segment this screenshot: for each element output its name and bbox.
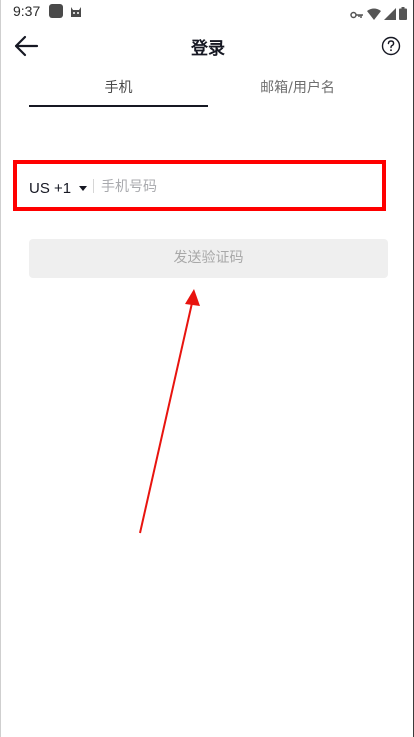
annotation-arrow-shaft <box>139 302 193 534</box>
app-notification-icon <box>49 4 63 18</box>
phone-input-row: US +1 <box>13 160 386 211</box>
page-title: 登录 <box>191 39 225 59</box>
cat-notification-icon <box>69 4 83 23</box>
send-code-button[interactable]: 发送验证码 <box>29 239 388 278</box>
tab-phone[interactable]: 手机 <box>29 76 208 107</box>
help-icon[interactable] <box>381 36 401 56</box>
field-divider <box>93 179 94 193</box>
country-code-label: US +1 <box>29 179 72 197</box>
key-icon <box>350 5 364 24</box>
signal-icon <box>384 5 396 24</box>
status-bar: 9:37 <box>1 0 414 24</box>
phone-number-input[interactable] <box>101 174 371 200</box>
tab-email-username[interactable]: 邮箱/用户名 <box>208 76 387 107</box>
caret-down-icon <box>79 185 88 191</box>
battery-icon <box>399 5 407 24</box>
country-code-select[interactable]: US +1 <box>29 177 88 199</box>
login-screen: 9:37 登录 手机 邮箱/用户名 US +1 手机号码 发送验证码 <box>0 0 414 737</box>
annotation-arrow-head <box>185 289 200 306</box>
wifi-icon <box>367 5 381 24</box>
login-method-tabs: 手机 邮箱/用户名 <box>29 76 387 108</box>
annotation-arrow <box>139 289 200 534</box>
status-icons <box>350 5 407 24</box>
status-time: 9:37 <box>13 3 41 19</box>
header: 登录 <box>1 24 414 68</box>
